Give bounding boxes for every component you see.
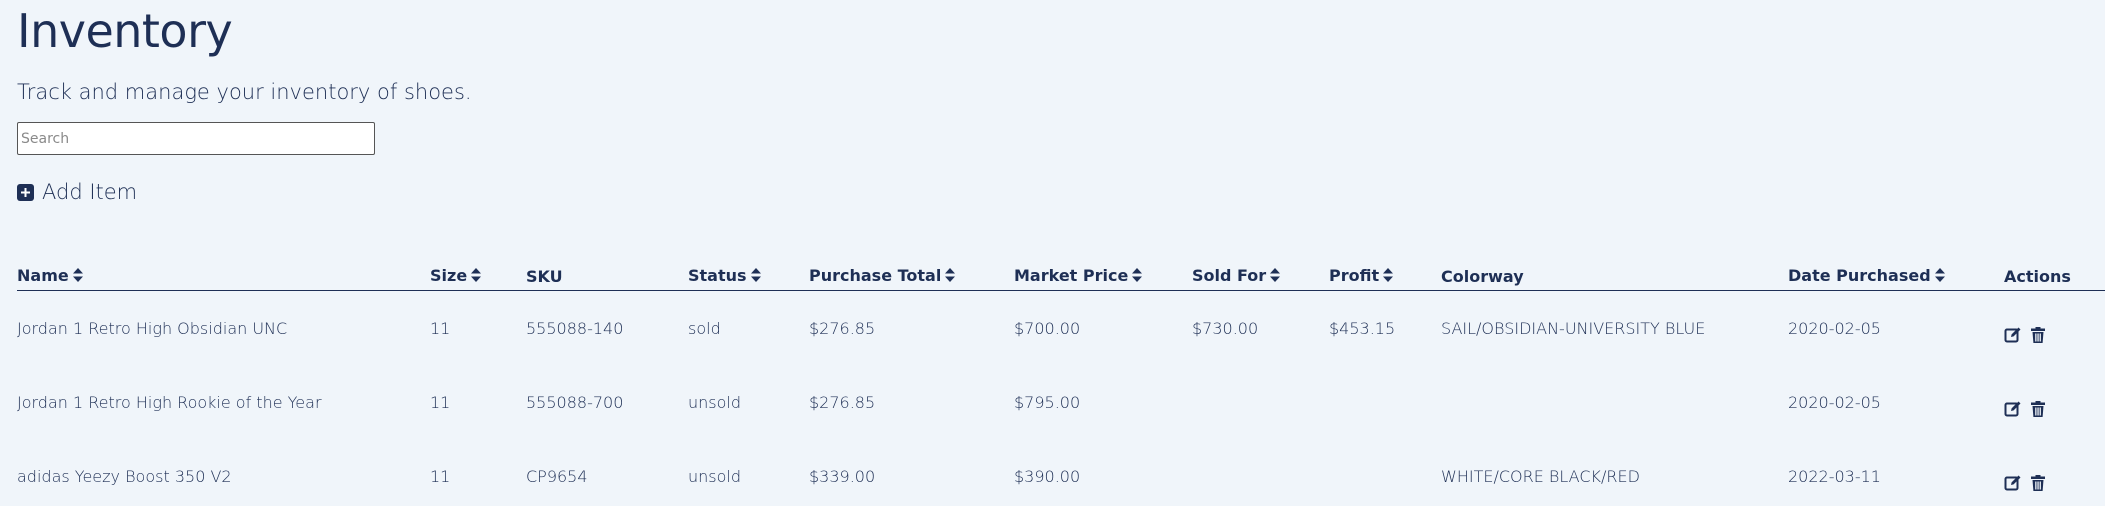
- table-body: Jordan 1 Retro High Obsidian UNC 11 555088…: [17, 291, 2105, 506]
- column-header-label: Colorway: [1441, 266, 1524, 286]
- cell-actions: [2004, 291, 2105, 366]
- cell-sku: 555088-700: [526, 392, 624, 412]
- cell-sku: CP9654: [526, 466, 588, 486]
- cell-actions: [2004, 365, 2105, 439]
- column-header-label: Date Purchased: [1788, 266, 1931, 285]
- sort-icon[interactable]: [72, 267, 83, 286]
- sort-icon[interactable]: [1270, 267, 1281, 286]
- trash-icon[interactable]: [2029, 326, 2047, 344]
- cell-profit: [1329, 365, 1441, 439]
- cell-purchase-total: $276.85: [809, 318, 876, 338]
- sort-icon[interactable]: [1383, 267, 1394, 286]
- cell-status: unsold: [688, 466, 742, 486]
- cell-sold-for: [1192, 439, 1329, 506]
- add-item-button[interactable]: Add Item: [17, 180, 137, 204]
- search-input[interactable]: [17, 122, 375, 155]
- edit-icon[interactable]: [2004, 474, 2022, 492]
- column-header-date-purchased[interactable]: Date Purchased: [1788, 258, 2004, 291]
- cell-name: Jordan 1 Retro High Rookie of the Year: [17, 392, 322, 412]
- column-header-label: Profit: [1329, 266, 1380, 285]
- column-header-label: Status: [688, 266, 747, 285]
- column-header-market-price[interactable]: Market Price: [1014, 258, 1192, 291]
- cell-profit: $453.15: [1329, 318, 1396, 338]
- inventory-page: Inventory Track and manage your inventor…: [0, 0, 2105, 506]
- table-row: adidas Yeezy Boost 350 V2 11 CP9654 unsold $…: [17, 439, 2105, 506]
- column-header-actions: Actions: [2004, 258, 2105, 291]
- column-header-status[interactable]: Status: [688, 258, 809, 291]
- table-header-row: Name Size SKU Status Purchase Total Market Pr…: [17, 258, 2105, 291]
- cell-sold-for: [1192, 365, 1329, 439]
- table-row: Jordan 1 Retro High Rookie of the Year 11…: [17, 365, 2105, 439]
- cell-size: 11: [430, 392, 451, 412]
- column-header-label: Purchase Total: [809, 266, 942, 285]
- cell-purchase-total: $339.00: [809, 466, 876, 486]
- column-header-label: Actions: [2004, 266, 2071, 286]
- cell-colorway: WHITE/CORE BLACK/RED: [1441, 466, 1640, 486]
- cell-size: 11: [430, 318, 451, 338]
- add-item-label: Add Item: [42, 180, 138, 204]
- cell-purchase-total: $276.85: [809, 392, 876, 412]
- cell-name: Jordan 1 Retro High Obsidian UNC: [17, 318, 288, 338]
- edit-icon[interactable]: [2004, 400, 2022, 418]
- cell-sku: 555088-140: [526, 318, 624, 338]
- cell-sold-for: $730.00: [1192, 318, 1259, 338]
- column-header-sku: SKU: [526, 258, 688, 291]
- column-header-label: Name: [17, 266, 69, 285]
- cell-actions: [2004, 439, 2105, 506]
- cell-status: unsold: [688, 392, 742, 412]
- cell-name: adidas Yeezy Boost 350 V2: [17, 466, 232, 486]
- cell-profit: [1329, 439, 1441, 506]
- sort-icon[interactable]: [1934, 267, 1945, 286]
- cell-colorway: [1441, 365, 1788, 439]
- trash-icon[interactable]: [2029, 400, 2047, 418]
- page-subtitle: Track and manage your inventory of shoes…: [17, 80, 472, 104]
- cell-market-price: $700.00: [1014, 318, 1081, 338]
- page-title: Inventory: [17, 4, 233, 58]
- cell-colorway: SAIL/OBSIDIAN-UNIVERSITY BLUE: [1441, 318, 1706, 338]
- cell-date-purchased: 2020-02-05: [1788, 318, 1881, 338]
- sort-icon[interactable]: [750, 267, 761, 286]
- cell-status: sold: [688, 318, 721, 338]
- cell-date-purchased: 2022-03-11: [1788, 466, 1881, 486]
- sort-icon[interactable]: [1132, 267, 1143, 286]
- column-header-colorway: Colorway: [1441, 258, 1788, 291]
- plus-square-icon: [17, 183, 34, 201]
- inventory-table: Name Size SKU Status Purchase Total Market Pr…: [17, 258, 2105, 506]
- trash-icon[interactable]: [2029, 474, 2047, 492]
- cell-market-price: $390.00: [1014, 466, 1081, 486]
- edit-icon[interactable]: [2004, 326, 2022, 344]
- sort-icon[interactable]: [471, 267, 482, 286]
- column-header-label: Sold For: [1192, 266, 1267, 285]
- column-header-label: SKU: [526, 266, 563, 286]
- column-header-profit[interactable]: Profit: [1329, 258, 1441, 291]
- column-header-name[interactable]: Name: [17, 258, 430, 291]
- column-header-label: Size: [430, 266, 468, 285]
- cell-date-purchased: 2020-02-05: [1788, 392, 1881, 412]
- column-header-size[interactable]: Size: [430, 258, 526, 291]
- sort-icon[interactable]: [945, 267, 956, 286]
- column-header-purchase-total[interactable]: Purchase Total: [809, 258, 1014, 291]
- cell-size: 11: [430, 466, 451, 486]
- column-header-sold-for[interactable]: Sold For: [1192, 258, 1329, 291]
- column-header-label: Market Price: [1014, 266, 1129, 285]
- table-row: Jordan 1 Retro High Obsidian UNC 11 555088…: [17, 291, 2105, 366]
- cell-market-price: $795.00: [1014, 392, 1081, 412]
